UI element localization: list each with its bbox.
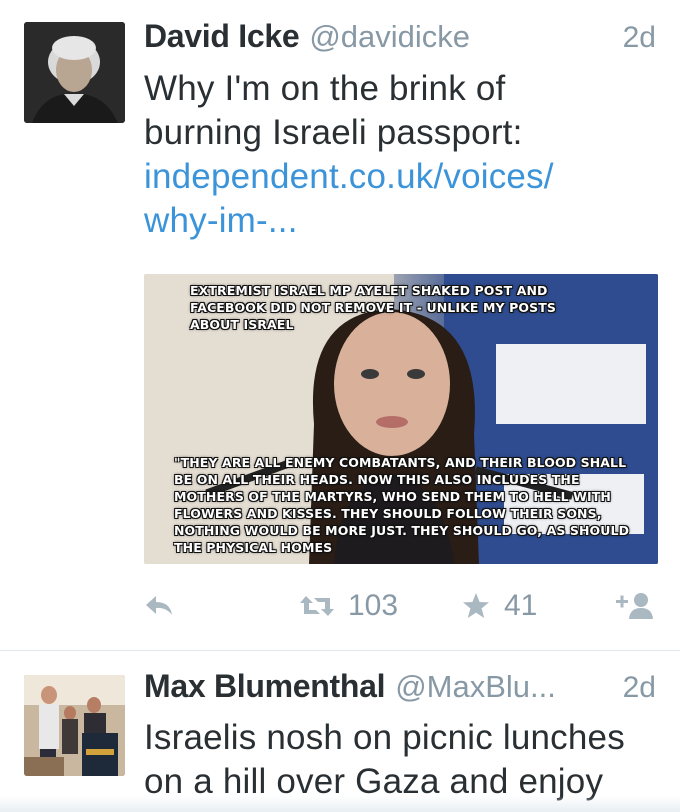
avatar[interactable] <box>24 22 125 123</box>
retweet-count: 103 <box>348 589 399 622</box>
handle[interactable]: @MaxBlu... <box>395 669 556 705</box>
tweet-link[interactable]: independent.co.uk/voices/ <box>144 155 658 199</box>
tweet[interactable]: David Icke @davidicke 2d Why I'm on the … <box>0 0 680 650</box>
follow-user-icon <box>616 593 653 619</box>
reply-icon <box>146 596 172 615</box>
retweet-button[interactable]: 103 <box>300 586 398 626</box>
media-caption-bottom: "They are all enemy combatants, and thei… <box>174 455 630 555</box>
retweet-icon <box>300 596 334 616</box>
tweet-header: Max Blumenthal @MaxBlu... 2d <box>144 668 656 710</box>
timestamp[interactable]: 2d <box>623 671 656 705</box>
tweet-text: Why I'm on the brink of burning Israeli … <box>144 67 658 243</box>
tweet-text-line: Israelis nosh on picnic lunches <box>144 718 625 757</box>
tweet-header: David Icke @davidicke 2d <box>144 18 656 60</box>
tweet[interactable]: Max Blumenthal @MaxBlu... 2d Israelis no… <box>0 650 680 812</box>
tweet-text-line: Why I'm on the brink of <box>144 69 506 108</box>
tweet-text: Israelis nosh on picnic lunches on a hil… <box>144 716 658 804</box>
follow-button[interactable] <box>614 586 654 626</box>
display-name[interactable]: Max Blumenthal <box>144 668 385 705</box>
avatar-photo-icon <box>24 22 125 123</box>
favorite-button[interactable]: 41 <box>462 586 537 626</box>
timestamp[interactable]: 2d <box>623 21 656 55</box>
star-icon <box>463 593 489 618</box>
favorite-count: 41 <box>504 589 538 622</box>
reply-button[interactable] <box>144 586 174 626</box>
timeline: David Icke @davidicke 2d Why I'm on the … <box>0 0 680 812</box>
tweet-media-image[interactable]: Extremist Israel MP Ayelet Shaked post a… <box>144 274 658 564</box>
bottom-edge-shadow <box>0 796 680 812</box>
avatar[interactable] <box>24 675 125 776</box>
tweet-link[interactable]: why-im-... <box>144 199 658 243</box>
handle[interactable]: @davidicke <box>309 19 470 55</box>
display-name[interactable]: David Icke <box>144 18 300 55</box>
media-caption-top: Extremist Israel MP Ayelet Shaked post a… <box>190 283 556 332</box>
avatar-photo-icon <box>24 675 125 776</box>
tweet-actions: 103 41 <box>144 586 664 626</box>
tweet-text-line: burning Israeli passport: <box>144 113 523 152</box>
